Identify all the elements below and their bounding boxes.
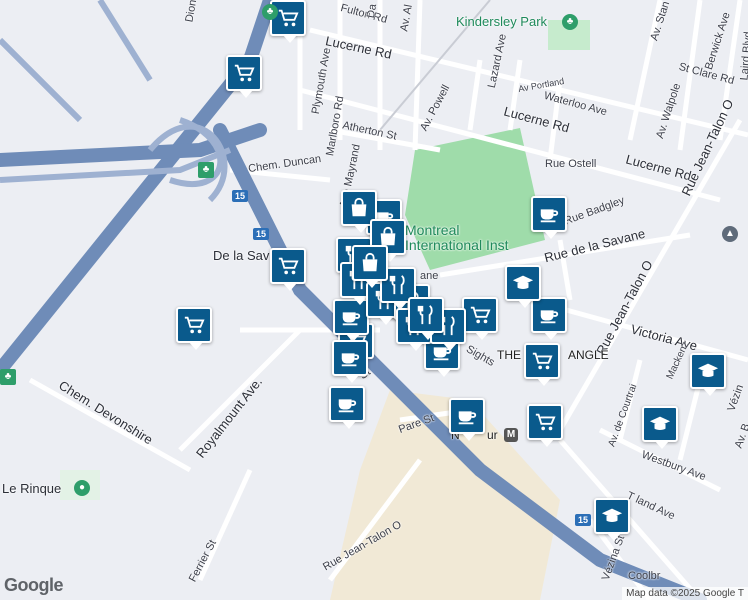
shopping-bag-icon [351,197,367,217]
graduation-cap-icon [601,508,623,522]
grocery-store-pin[interactable] [176,307,212,350]
restaurant-pin[interactable] [408,297,444,340]
map-canvas[interactable]: Fulton Rd Lucerne Rd Lucerne Rd Lucerne … [0,0,748,600]
grocery-store-pin[interactable] [270,248,306,291]
school-pin[interactable] [690,353,726,396]
metro-icon[interactable]: M [504,428,518,442]
coffee-cup-icon [341,353,360,367]
shopping-bag-icon [362,252,378,272]
shopping-cart-icon [278,257,299,275]
coffee-cup-icon [458,411,477,425]
coffee-cup-icon [540,209,559,223]
street-label: ane [420,270,439,282]
graduation-cap-icon [697,363,719,377]
fork-knife-icon [417,305,433,325]
park-icon[interactable]: ♣ [198,162,214,178]
place-label-montreal-inst: Montreal [405,222,460,238]
fork-knife-icon [389,275,405,295]
cafe-pin[interactable] [449,398,485,441]
highway-15-shield: 15 [253,228,269,240]
street-label: Coolbr [628,570,661,582]
map-attribution-extra: T [737,588,744,599]
park-icon[interactable]: ♣ [562,14,578,30]
park-icon[interactable]: ♣ [262,4,278,20]
shopping-pin[interactable] [352,245,388,288]
place-label-montreal-inst-2: International Inst [405,237,509,253]
grocery-store-pin[interactable] [462,297,498,340]
shopping-cart-icon [535,413,556,431]
school-pin[interactable] [642,406,678,449]
google-logo[interactable]: Google [4,575,64,596]
landmark-icon[interactable]: ▲ [722,226,738,242]
place-label-le-rinque: Le Rinque [2,481,62,496]
coffee-cup-icon [338,399,357,413]
shopping-cart-icon [470,306,491,324]
place-label-triangle: THE [497,348,521,362]
place-label-namur-2: ur [487,428,498,442]
shopping-cart-icon [234,64,255,82]
recreation-icon[interactable]: ● [74,480,90,496]
grocery-store-pin[interactable] [524,343,560,386]
cafe-pin[interactable] [531,297,567,340]
cafe-pin[interactable] [332,340,368,383]
street-label: De la Sav [213,248,270,263]
shopping-cart-icon [184,316,205,334]
coffee-cup-icon [342,312,361,326]
grocery-store-pin[interactable] [527,404,563,447]
shopping-cart-icon [532,352,553,370]
coffee-cup-icon [540,310,559,324]
graduation-cap-icon [512,275,534,289]
highway-15-shield: 15 [575,514,591,526]
place-label-kindersley-park: Kindersley Park [456,14,548,29]
school-pin[interactable] [594,498,630,541]
school-pin[interactable] [505,265,541,308]
cafe-pin[interactable] [531,196,567,239]
grocery-store-pin[interactable] [226,55,262,98]
street-label: Rue Ostell [545,158,597,170]
map-attribution-text: Map data ©2025 Google [626,588,736,599]
graduation-cap-icon [649,416,671,430]
park-icon[interactable]: ♣ [0,369,16,385]
shopping-cart-icon [278,9,299,27]
map-attribution[interactable]: Map data ©2025 Google T [622,587,748,600]
place-label-triangle-2: ANGLE [568,348,609,362]
street-label: Da [364,3,380,19]
highway-15-shield: 15 [232,190,248,202]
cafe-pin[interactable] [329,386,365,429]
